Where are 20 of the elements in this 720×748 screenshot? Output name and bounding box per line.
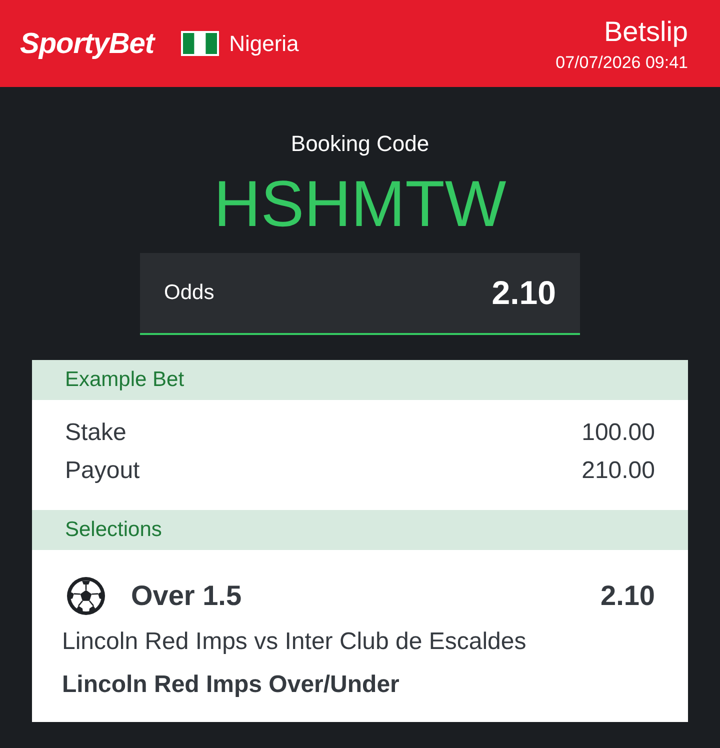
summary-label: Payout [65,456,140,486]
selection-pick: Over 1.5 [131,580,242,612]
country-label: Nigeria [229,30,299,56]
brand-logo[interactable]: SportyBet [20,28,154,60]
market-name: Lincoln Red Imps Over/Under [62,670,400,700]
football-icon [66,576,106,616]
section-header: Selections [32,510,688,550]
datetime-label: 07/07/2026 09:41 [556,53,688,73]
booking-code-label: Booking Code [290,131,430,157]
summary-label: Stake [65,418,126,448]
odds-value: 2.10 [492,274,556,312]
selection-odds: 2.10 [600,580,655,612]
section-header: Example Bet [32,360,688,400]
summary-value: 210.00 [582,456,655,486]
flag-icon [181,31,220,56]
summary-value: 100.00 [582,418,655,448]
odds-label: Odds [164,281,214,305]
page-title: Betslip [604,15,688,49]
booking-code: HSHMTW [214,171,506,236]
match-name: Lincoln Red Imps vs Inter Club de Escaldes [62,627,528,657]
